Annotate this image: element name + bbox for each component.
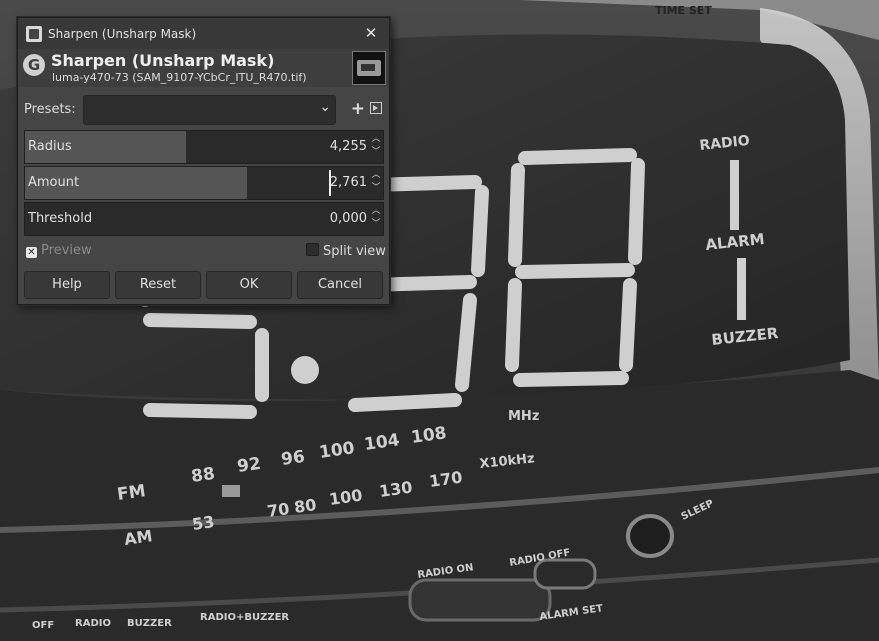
fm-tick: 92 <box>236 454 262 477</box>
mode-bar <box>730 160 739 230</box>
reset-button[interactable]: Reset <box>115 271 201 299</box>
chevron-down-icon: ⌄ <box>319 99 331 115</box>
preview-checkbox[interactable]: ✕ Preview <box>26 243 92 258</box>
image-thumbnail <box>352 51 386 85</box>
radius-stepper[interactable]: ︿ ﹀ <box>370 133 382 161</box>
presets-dropdown[interactable]: ⌄ <box>83 95 336 125</box>
radius-label: Radius <box>28 139 72 154</box>
radius-spinscale[interactable]: Radius 4,255 ︿ ﹀ <box>24 130 384 164</box>
fm-label: FM <box>116 481 147 505</box>
split-view-checkbox[interactable]: Split view <box>306 243 386 259</box>
am-tick: 80 <box>293 495 318 517</box>
tuning-marker <box>222 485 240 497</box>
radius-value[interactable]: 4,255 <box>330 139 367 154</box>
radio-switch <box>408 578 552 622</box>
check-icon: ✕ <box>26 247 37 258</box>
chevron-down-icon[interactable]: ﹀ <box>370 218 382 231</box>
chevron-up-icon[interactable]: ︿ <box>370 133 382 146</box>
window-title: Sharpen (Unsharp Mask) <box>48 26 197 41</box>
title-bar[interactable]: Sharpen (Unsharp Mask) ✕ <box>18 18 389 49</box>
chevron-up-icon[interactable]: ︿ <box>370 169 382 182</box>
presets-label: Presets: <box>24 102 76 117</box>
am-tick: 70 <box>266 499 291 521</box>
threshold-stepper[interactable]: ︿ ﹀ <box>370 205 382 233</box>
close-icon[interactable]: ✕ <box>361 23 381 43</box>
radio-btn-label: RADIO <box>75 618 111 629</box>
fm-tick: 88 <box>190 464 216 487</box>
amount-label: Amount <box>28 175 80 190</box>
buzzer-btn-label: BUZZER <box>127 618 172 629</box>
chevron-up-icon[interactable]: ︿ <box>370 205 382 218</box>
chevron-down-icon[interactable]: ﹀ <box>370 146 382 159</box>
sleep-knob <box>626 514 674 558</box>
amount-stepper[interactable]: ︿ ﹀ <box>370 169 382 197</box>
am-label: AM <box>123 526 154 549</box>
threshold-spinscale[interactable]: Threshold 0,000 ︿ ﹀ <box>24 202 384 236</box>
fm-tick: 96 <box>280 447 306 470</box>
amount-spinscale[interactable]: Amount 2,761 ︿ ﹀ <box>24 166 384 200</box>
presets-row: Presets: ⌄ + <box>24 95 383 125</box>
threshold-label: Threshold <box>28 211 93 226</box>
colon-dot <box>291 356 319 384</box>
gimp-logo-icon: G <box>23 54 45 76</box>
ok-button[interactable]: OK <box>206 271 292 299</box>
am-tick: 53 <box>191 512 216 534</box>
dialog-header: G Sharpen (Unsharp Mask) luma-y470-73 (S… <box>18 49 389 87</box>
sharpen-dialog: Sharpen (Unsharp Mask) ✕ G Sharpen (Unsh… <box>17 17 390 305</box>
image-name: luma-y470-73 (SAM_9107-YCbCr_ITU_R470.ti… <box>52 71 307 84</box>
checkbox-box <box>306 243 319 256</box>
cancel-button[interactable]: Cancel <box>297 271 383 299</box>
preview-label: Preview <box>41 243 92 258</box>
text-cursor <box>329 170 331 196</box>
mhz-label: MHz <box>508 409 539 424</box>
help-button[interactable]: Help <box>24 271 110 299</box>
menu-icon[interactable] <box>370 102 382 114</box>
mode-bar-2 <box>737 258 746 320</box>
plus-icon[interactable]: + <box>351 99 365 119</box>
chevron-down-icon[interactable]: ﹀ <box>370 182 382 195</box>
radio-buzzer-label: RADIO+BUZZER <box>200 612 289 623</box>
app-icon <box>26 25 42 42</box>
off-label: OFF <box>32 620 54 631</box>
dialog-heading: Sharpen (Unsharp Mask) <box>51 51 275 70</box>
time-set-label: TIME SET <box>655 4 712 17</box>
amount-value[interactable]: 2,761 <box>330 175 367 190</box>
split-view-label: Split view <box>323 244 386 259</box>
alarm-switch <box>533 558 597 590</box>
threshold-value[interactable]: 0,000 <box>330 211 367 226</box>
